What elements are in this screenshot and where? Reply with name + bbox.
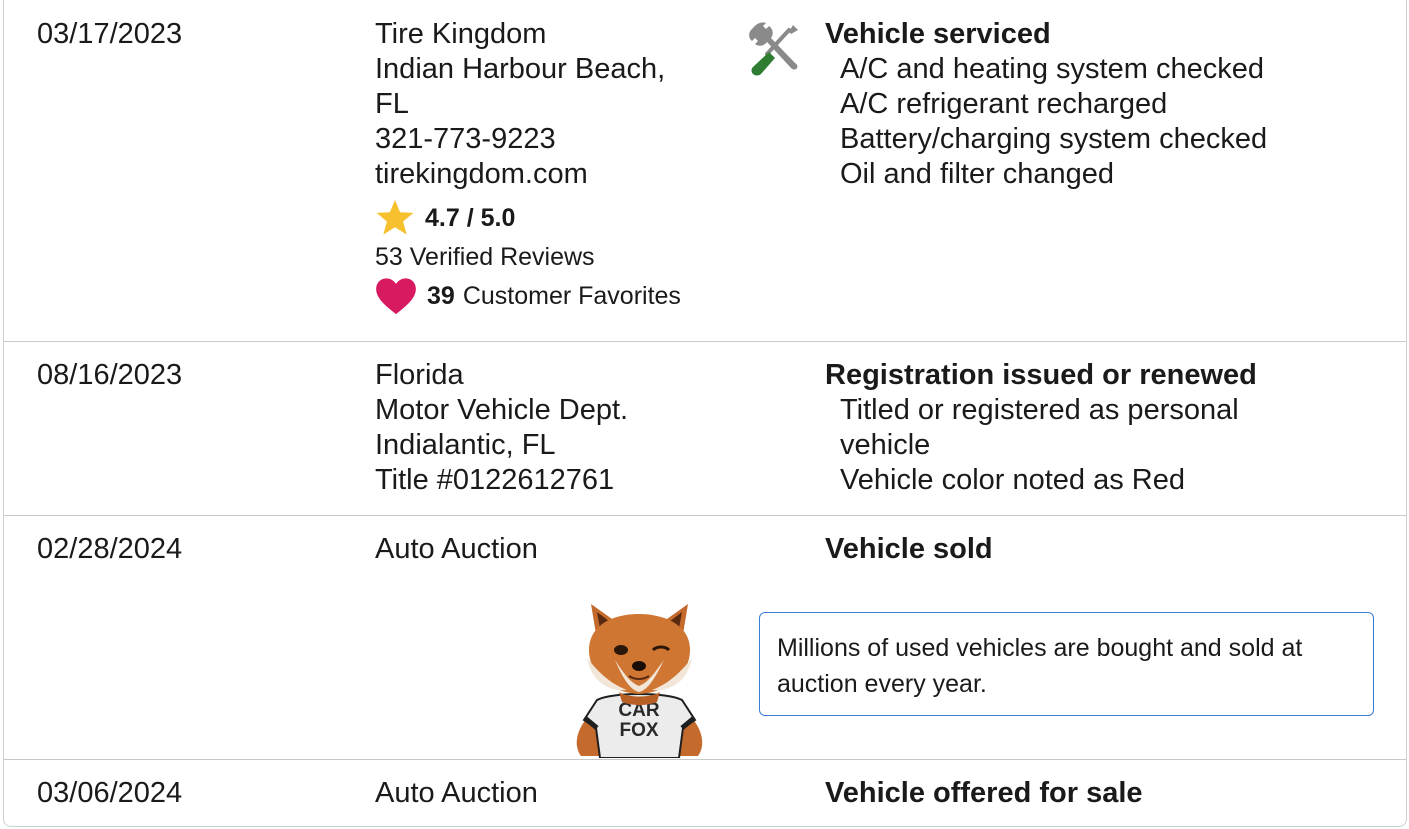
record-details: Vehicle serviced A/C and heating system … bbox=[825, 17, 1365, 192]
record-details: Vehicle offered for sale bbox=[825, 776, 1365, 811]
event-title: Registration issued or renewed bbox=[825, 359, 1257, 391]
record-date: 03/17/2023 bbox=[37, 18, 183, 50]
record-date: 02/28/2024 bbox=[37, 533, 183, 565]
detail-item: A/C refrigerant recharged bbox=[840, 88, 1168, 120]
location-name: Auto Auction bbox=[375, 777, 538, 809]
verified-reviews-link[interactable]: 53 Verified Reviews bbox=[375, 242, 705, 272]
event-title: Vehicle serviced bbox=[825, 18, 1051, 50]
location-city: Indialantic, FL bbox=[375, 429, 556, 461]
history-row-1: 03/17/2023 Tire Kingdom Indian Harbour B… bbox=[4, 0, 1406, 341]
location-name: Florida bbox=[375, 359, 464, 391]
record-location: Auto Auction bbox=[375, 532, 705, 567]
customer-favorites: 39 Customer Favorites bbox=[375, 278, 705, 315]
carfox-mascot-image: CAR FOX bbox=[576, 604, 703, 758]
location-city: Indian Harbour Beach, bbox=[375, 53, 666, 85]
detail-item: Oil and filter changed bbox=[840, 158, 1115, 190]
favorites-label: Customer Favorites bbox=[462, 281, 681, 310]
location-state: FL bbox=[375, 88, 409, 120]
location-name: Auto Auction bbox=[375, 533, 538, 565]
detail-item: A/C and heating system checked bbox=[840, 53, 1264, 85]
mascot-shirt-line-2: FOX bbox=[619, 720, 658, 741]
detail-item: vehicle bbox=[840, 429, 931, 461]
title-number: Title #0122612761 bbox=[375, 464, 615, 496]
heart-icon bbox=[376, 278, 416, 315]
rating-value: 4.7 / 5.0 bbox=[425, 203, 516, 232]
favorites-count: 39 bbox=[427, 281, 455, 310]
detail-item: Vehicle color noted as Red bbox=[840, 464, 1185, 496]
record-date: 03/06/2024 bbox=[37, 777, 183, 809]
record-details: Vehicle sold bbox=[825, 532, 1365, 567]
history-table: 03/17/2023 Tire Kingdom Indian Harbour B… bbox=[3, 0, 1407, 827]
event-title: Vehicle sold bbox=[825, 533, 993, 565]
record-details: Registration issued or renewed Titled or… bbox=[825, 358, 1365, 498]
auction-info-note: Millions of used vehicles are bought and… bbox=[759, 612, 1374, 716]
history-row-4: 03/06/2024 Auto Auction Vehicle offered … bbox=[4, 759, 1406, 827]
location-name: Tire Kingdom bbox=[375, 18, 547, 50]
record-location: Florida Motor Vehicle Dept. Indialantic,… bbox=[375, 358, 705, 498]
rating: 4.7 / 5.0 bbox=[375, 199, 705, 236]
location-website[interactable]: tirekingdom.com bbox=[375, 157, 705, 192]
location-phone[interactable]: 321-773-9223 bbox=[375, 122, 705, 157]
location-agency: Motor Vehicle Dept. bbox=[375, 394, 629, 426]
history-row-2: 08/16/2023 Florida Motor Vehicle Dept. I… bbox=[4, 341, 1406, 515]
record-location: Tire Kingdom Indian Harbour Beach, FL 32… bbox=[375, 17, 705, 315]
detail-item: Titled or registered as personal bbox=[840, 394, 1239, 426]
event-title: Vehicle offered for sale bbox=[825, 777, 1143, 809]
star-icon bbox=[376, 199, 414, 235]
detail-item: Battery/charging system checked bbox=[840, 123, 1268, 155]
record-date: 08/16/2023 bbox=[37, 359, 183, 391]
tools-icon bbox=[749, 22, 798, 76]
record-location: Auto Auction bbox=[375, 776, 705, 811]
